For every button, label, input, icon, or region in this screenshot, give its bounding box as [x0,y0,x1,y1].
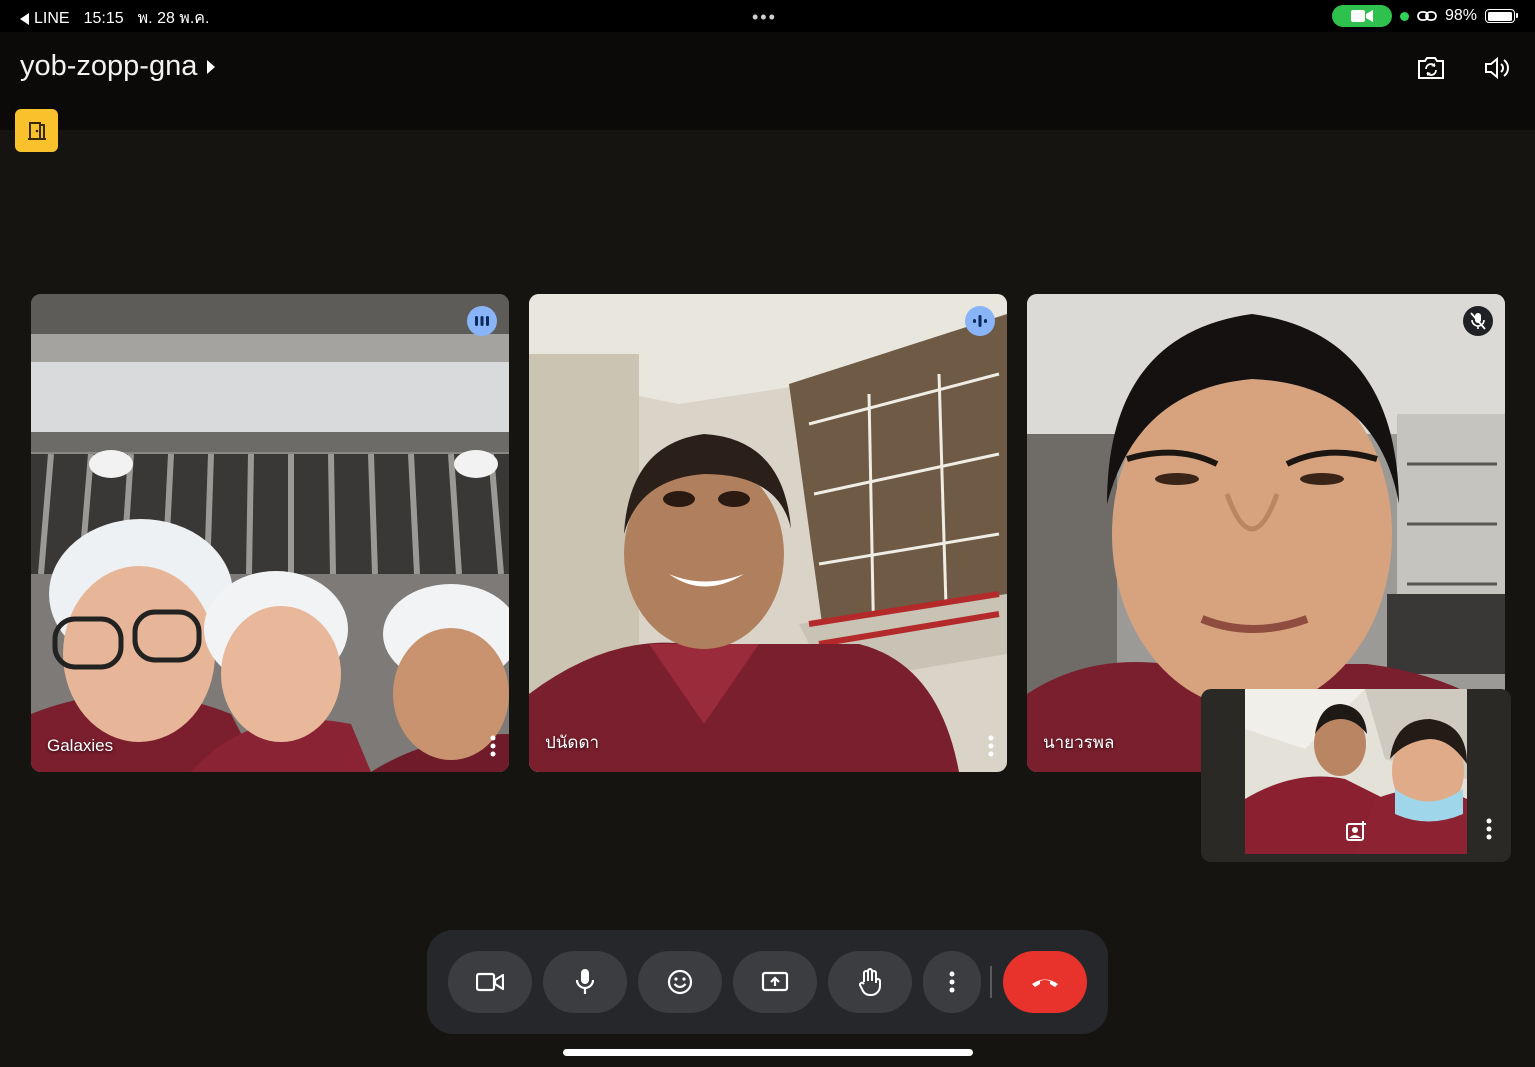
camera-in-use-pill[interactable] [1331,5,1392,27]
hand-icon [859,968,881,996]
controls-divider [990,966,992,998]
leave-room-button[interactable] [15,109,58,152]
speaker-icon [1485,56,1509,80]
participant-name: ปนัดดา [545,733,600,752]
more-vert-icon [988,735,994,757]
present-screen-icon [761,971,789,992]
status-time: 15:15 [83,9,124,27]
microphone-icon [575,969,595,994]
more-vert-icon [949,971,955,993]
muted-indicator [1463,306,1493,336]
door-icon [27,121,46,140]
self-view-tile[interactable] [1201,689,1511,862]
participant-video-panadda [529,294,1007,772]
battery-percent: 98% [1444,7,1477,24]
caret-right-icon [207,59,216,74]
home-indicator[interactable] [563,1049,973,1056]
call-controls [427,930,1108,1034]
participant-menu-button[interactable] [983,732,999,760]
camera-icon [476,972,504,992]
end-call-button[interactable] [1003,951,1087,1013]
meet-call-screen: LINE 15:15 พ. 28 พ.ค. ••• 98% yob-zopp-g… [0,0,1535,1067]
status-bar: LINE 15:15 พ. 28 พ.ค. ••• 98% [0,0,1535,32]
meeting-code: yob-zopp-gna [20,50,198,82]
back-app-label: LINE [34,9,70,27]
self-effects-button[interactable] [1345,820,1367,847]
participant-video-galaxies [31,294,509,772]
link-icon [1417,11,1437,21]
participant-name: Galaxies [47,736,114,755]
back-arrow-icon [20,12,29,25]
phone-hangup-icon [1032,979,1058,987]
speaking-indicator [467,306,497,336]
switch-camera-button[interactable] [1413,50,1449,86]
more-vert-icon [1486,818,1492,840]
back-to-app-link[interactable]: LINE [20,10,70,28]
status-date: พ. 28 พ.ค. [137,10,210,27]
raise-hand-button[interactable] [828,951,912,1013]
microphone-button[interactable] [543,951,627,1013]
reactions-button[interactable] [638,951,722,1013]
battery-icon [1485,9,1518,23]
mic-off-icon [1470,312,1486,330]
more-options-button[interactable] [923,951,981,1013]
multitasking-dots[interactable]: ••• [752,7,777,28]
video-camera-icon [1350,10,1373,22]
camera-switch-icon [1418,57,1444,79]
meeting-code-button[interactable]: yob-zopp-gna [20,50,216,83]
smiley-icon [667,969,693,995]
camera-toggle-button[interactable] [448,951,532,1013]
participant-menu-button[interactable] [485,732,501,760]
speaking-indicator [965,306,995,336]
participant-tile-galaxies[interactable]: Galaxies [31,294,509,772]
battery-fill [1487,11,1512,21]
camera-indicator-dot [1399,11,1409,21]
speaker-button[interactable] [1480,50,1516,86]
audio-level-icon [475,316,489,326]
status-right: 98% [1331,5,1518,27]
present-button[interactable] [733,951,817,1013]
participant-name: นายวรพล [1043,733,1115,752]
self-view-menu-button[interactable] [1481,815,1497,843]
meeting-header: yob-zopp-gna [0,32,1535,130]
image-effect-icon [1346,821,1366,841]
audio-level-icon [973,315,987,327]
participant-tile-panadda[interactable]: ปนัดดา [529,294,1007,772]
more-vert-icon [490,735,496,757]
status-left: LINE 15:15 พ. 28 พ.ค. [20,6,209,31]
